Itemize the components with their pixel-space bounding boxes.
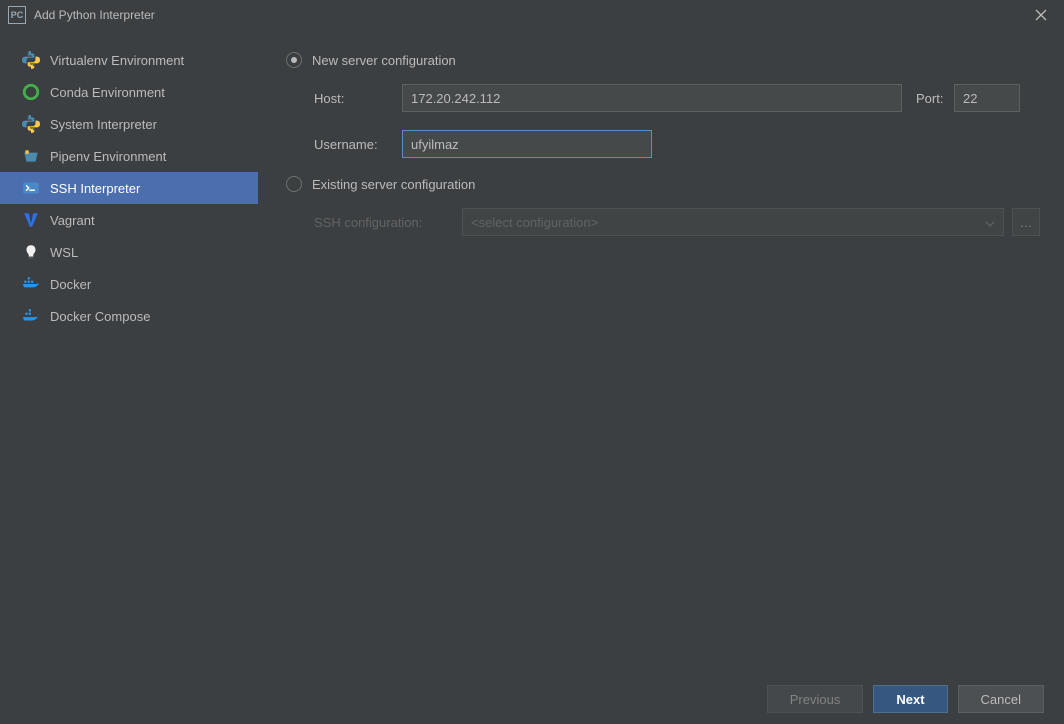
sidebar-item-label: Vagrant	[50, 213, 95, 228]
radio-new-server[interactable]: New server configuration	[286, 52, 1040, 68]
pycharm-app-icon: PC	[8, 6, 26, 24]
sidebar-item-label: Docker Compose	[50, 309, 150, 324]
username-label: Username:	[314, 137, 402, 152]
docker-compose-icon	[22, 307, 40, 325]
radio-icon	[286, 176, 302, 192]
vagrant-icon	[22, 211, 40, 229]
sidebar-item-label: Virtualenv Environment	[50, 53, 184, 68]
pipenv-icon	[22, 147, 40, 165]
docker-icon	[22, 275, 40, 293]
sidebar-item-label: WSL	[50, 245, 78, 260]
ssh-icon	[22, 179, 40, 197]
sidebar-item-vagrant[interactable]: Vagrant	[0, 204, 258, 236]
port-label: Port:	[916, 91, 954, 106]
titlebar: PC Add Python Interpreter	[0, 0, 1064, 30]
cancel-button[interactable]: Cancel	[958, 685, 1044, 713]
host-input[interactable]	[402, 84, 902, 112]
radio-existing-server[interactable]: Existing server configuration	[286, 176, 1040, 192]
sshconfig-placeholder: <select configuration>	[471, 215, 598, 230]
previous-button[interactable]: Previous	[767, 685, 864, 713]
main-panel: New server configuration Host: Port: Use…	[258, 30, 1064, 674]
radio-label: Existing server configuration	[312, 177, 475, 192]
sidebar-item-label: SSH Interpreter	[50, 181, 140, 196]
window-title: Add Python Interpreter	[34, 8, 1026, 22]
sidebar: Virtualenv Environment Conda Environment…	[0, 30, 258, 674]
radio-icon	[286, 52, 302, 68]
sidebar-item-pipenv[interactable]: Pipenv Environment	[0, 140, 258, 172]
host-label: Host:	[314, 91, 402, 106]
footer: Previous Next Cancel	[0, 674, 1064, 724]
sidebar-item-ssh[interactable]: SSH Interpreter	[0, 172, 258, 204]
username-row: Username:	[314, 130, 1040, 158]
sidebar-item-label: Pipenv Environment	[50, 149, 166, 164]
wsl-icon	[22, 243, 40, 261]
python-icon	[22, 51, 40, 69]
conda-icon	[22, 83, 40, 101]
chevron-down-icon	[985, 215, 995, 230]
close-icon	[1035, 9, 1047, 21]
sidebar-item-virtualenv[interactable]: Virtualenv Environment	[0, 44, 258, 76]
sidebar-item-label: System Interpreter	[50, 117, 157, 132]
sidebar-item-conda[interactable]: Conda Environment	[0, 76, 258, 108]
sidebar-item-label: Docker	[50, 277, 91, 292]
python-icon	[22, 115, 40, 133]
sidebar-item-docker[interactable]: Docker	[0, 268, 258, 300]
sidebar-item-label: Conda Environment	[50, 85, 165, 100]
ellipsis-icon: …	[1020, 215, 1033, 230]
sshconfig-more-button[interactable]: …	[1012, 208, 1040, 236]
port-input[interactable]	[954, 84, 1020, 112]
sshconfig-row: SSH configuration: <select configuration…	[314, 208, 1040, 236]
sshconfig-label: SSH configuration:	[314, 215, 462, 230]
sidebar-item-docker-compose[interactable]: Docker Compose	[0, 300, 258, 332]
close-button[interactable]	[1026, 0, 1056, 30]
sshconfig-dropdown[interactable]: <select configuration>	[462, 208, 1004, 236]
next-button[interactable]: Next	[873, 685, 947, 713]
sidebar-item-wsl[interactable]: WSL	[0, 236, 258, 268]
radio-label: New server configuration	[312, 53, 456, 68]
host-row: Host: Port:	[314, 84, 1040, 112]
sidebar-item-system[interactable]: System Interpreter	[0, 108, 258, 140]
username-input[interactable]	[402, 130, 652, 158]
